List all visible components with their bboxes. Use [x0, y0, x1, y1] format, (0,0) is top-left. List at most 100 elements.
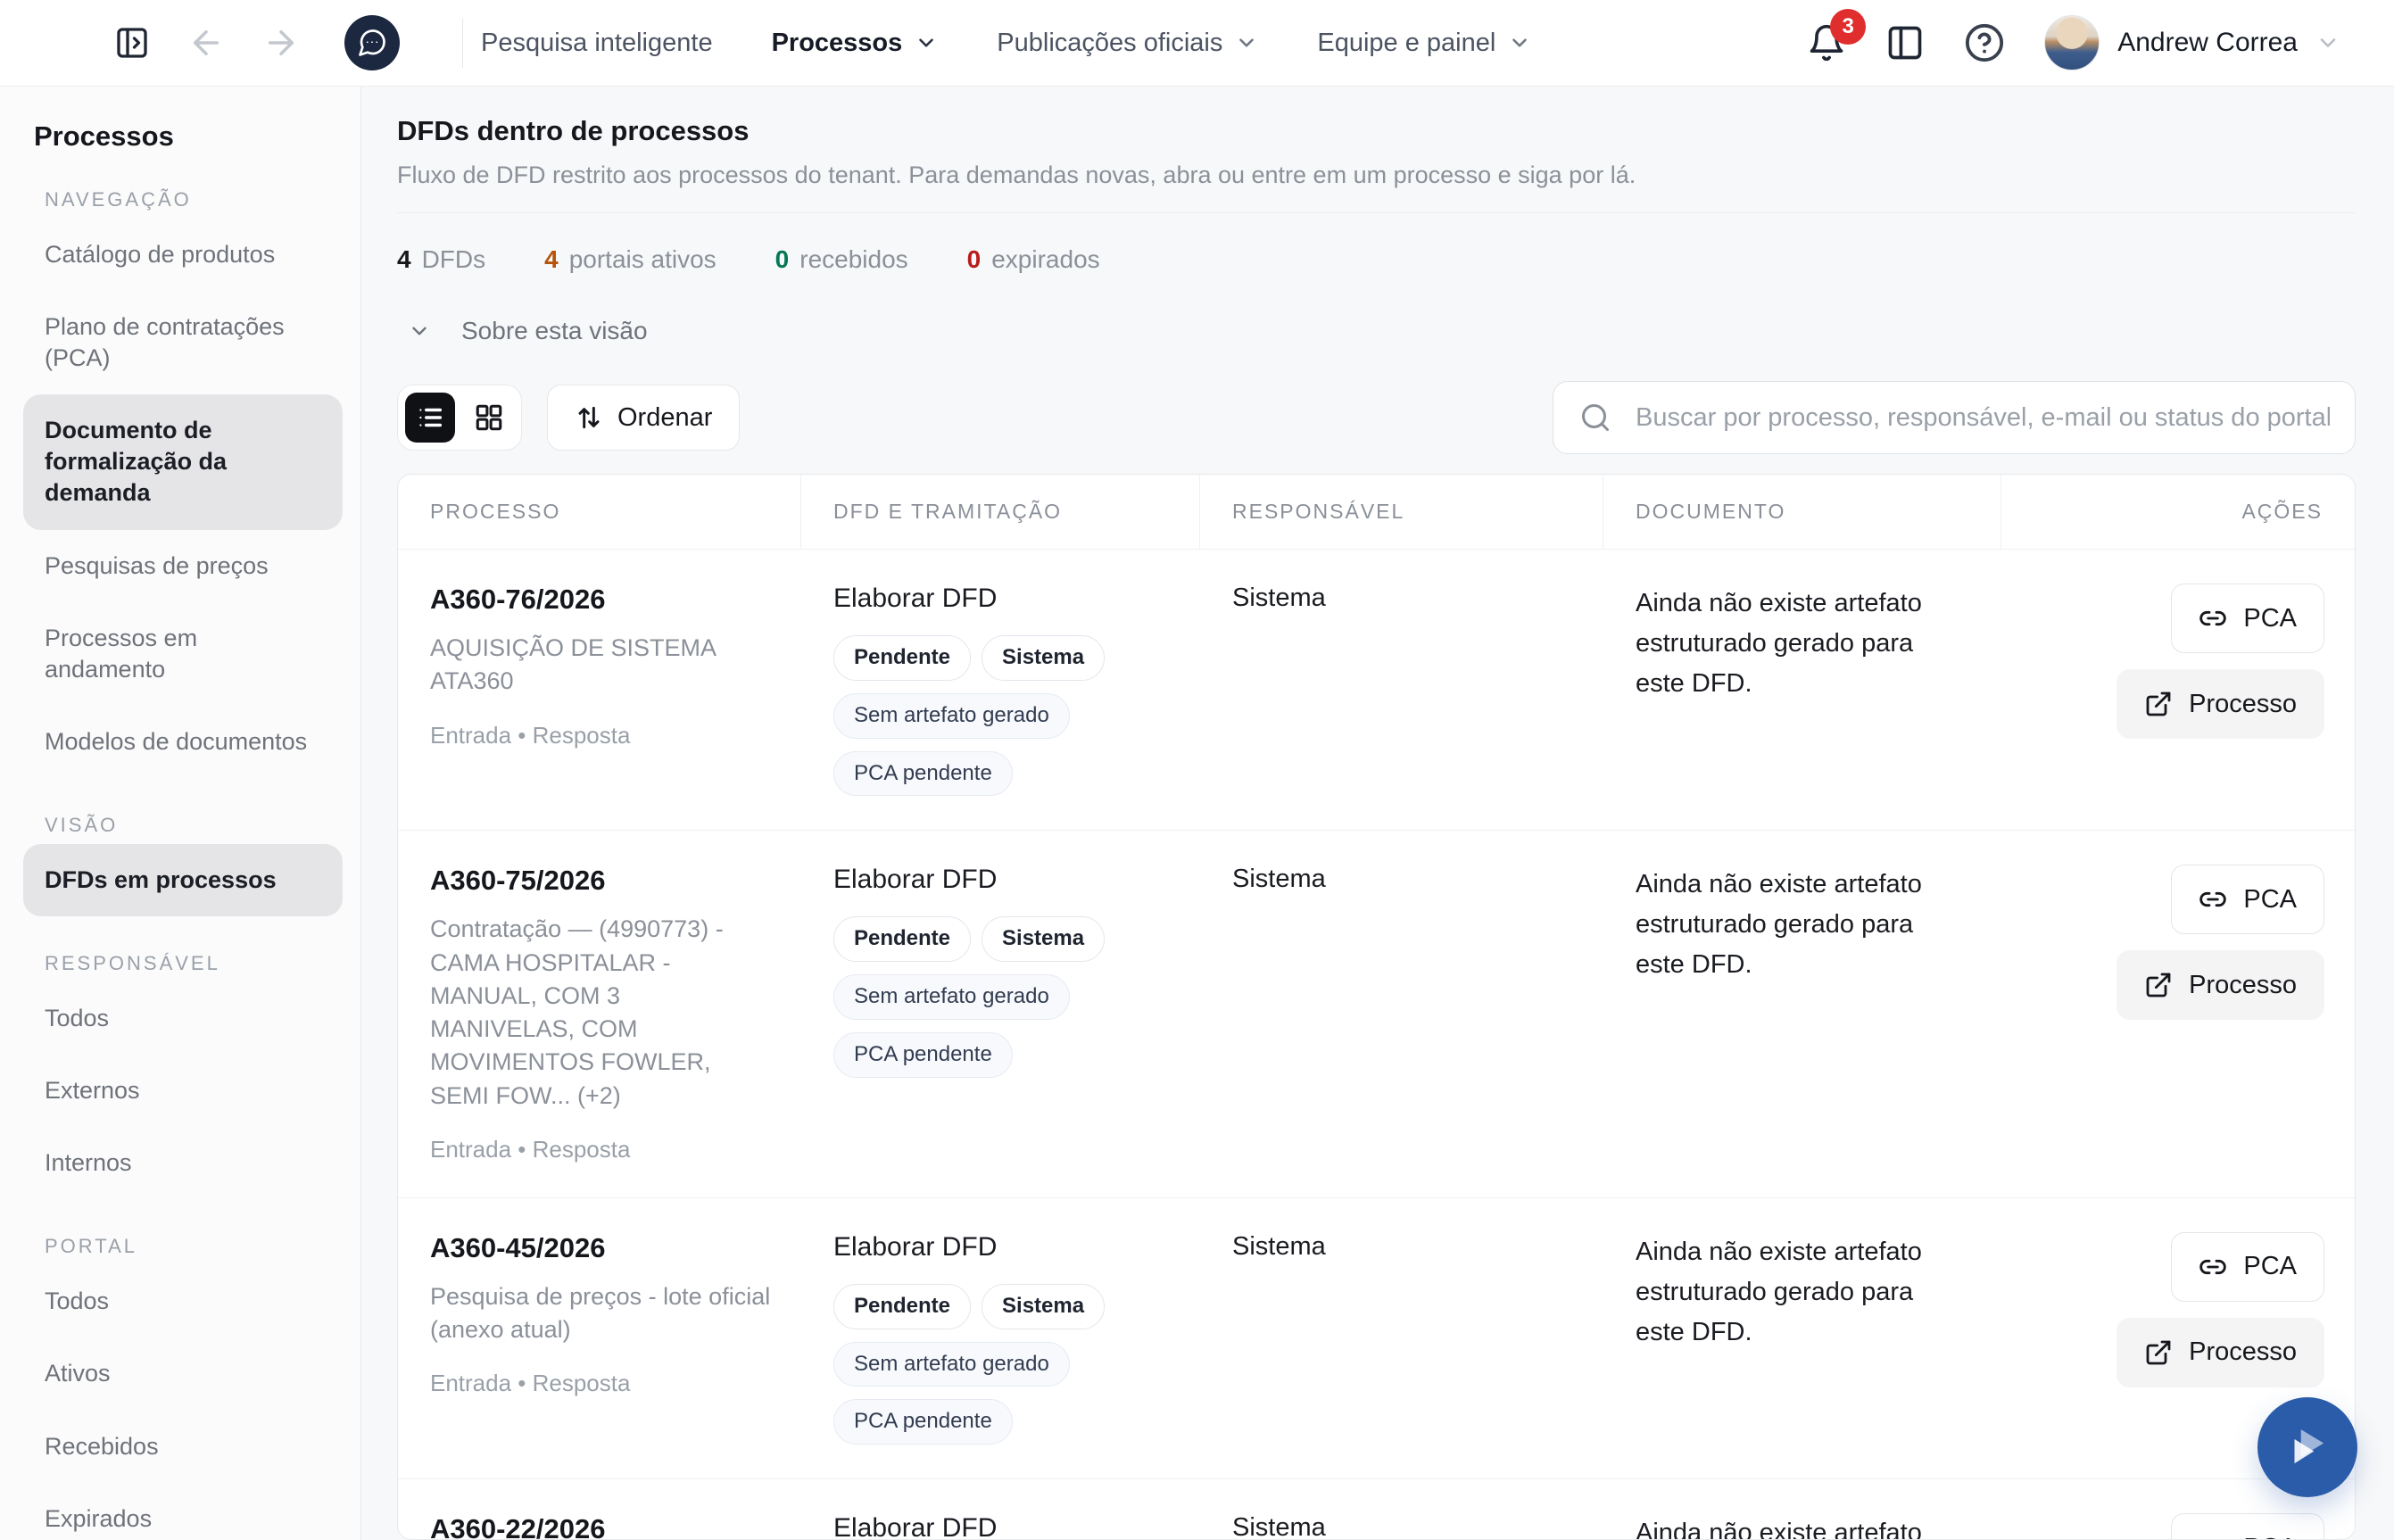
sort-button[interactable]: Ordenar: [547, 385, 740, 451]
sidebar-item-processos-em-andamento[interactable]: Processos em andamento: [23, 602, 343, 706]
processo-button[interactable]: Processo: [2116, 950, 2324, 1020]
sidebar-item-modelos-de-documentos[interactable]: Modelos de documentos: [23, 706, 343, 778]
sidebar-item-responsavel-todos[interactable]: Todos: [23, 982, 343, 1055]
column-header-acoes: AÇÕES: [2001, 475, 2355, 549]
responsible-name: Sistema: [1232, 1513, 1573, 1540]
stat-label: expirados: [991, 245, 1099, 274]
pca-button[interactable]: PCA: [2171, 584, 2324, 653]
sidebar-item-externos[interactable]: Externos: [23, 1055, 343, 1127]
dfd-cell: Elaborar DFD Pendente Sistema Sem artefa…: [801, 1479, 1200, 1540]
stat-recebidos: 0 recebidos: [775, 245, 908, 274]
floating-action-button[interactable]: [2257, 1397, 2357, 1497]
status-badge: Sistema: [982, 635, 1105, 681]
about-view-toggle[interactable]: Sobre esta visão: [361, 274, 686, 345]
sidebar-item-pesquisas-de-precos[interactable]: Pesquisas de preços: [23, 530, 343, 602]
nav-label: Pesquisa inteligente: [481, 29, 713, 58]
nav-item-processos[interactable]: Processos: [772, 29, 939, 58]
external-link-icon: [2144, 690, 2173, 718]
nav-label: Equipe e painel: [1317, 29, 1495, 58]
table-header-row: PROCESSO DFD E TRAMITAÇÃO RESPONSÁVEL DO…: [398, 475, 2355, 549]
primary-nav: Pesquisa inteligente Processos Publicaçõ…: [481, 29, 1531, 58]
document-text: Ainda não existe artefato estruturado ge…: [1636, 865, 1967, 985]
process-meta: Entrada • Resposta: [430, 1136, 771, 1163]
nav-item-publicacoes-oficiais[interactable]: Publicações oficiais: [997, 29, 1258, 58]
list-view-button[interactable]: [405, 393, 455, 443]
link-icon: [2199, 1534, 2227, 1540]
sidebar-item-dfds-em-processos[interactable]: DFDs em processos: [23, 844, 343, 916]
document-text: Ainda não existe artefato estruturado ge…: [1636, 1513, 1967, 1540]
process-cell: A360-76/2026 AQUISIÇÃO DE SISTEMA ATA360…: [398, 550, 801, 830]
responsible-cell: Sistema: [1200, 1479, 1603, 1540]
stat-value: 4: [544, 245, 559, 274]
responsible-name: Sistema: [1232, 1232, 1573, 1262]
about-view-label: Sobre esta visão: [461, 317, 648, 345]
sidebar-item-plano-de-contratacoes[interactable]: Plano de contratações (PCA): [23, 291, 343, 394]
process-cell: A360-75/2026 Contratação — (4990773) - C…: [398, 831, 801, 1197]
processo-button[interactable]: Processo: [2116, 1318, 2324, 1387]
column-header-responsavel: RESPONSÁVEL: [1200, 475, 1603, 549]
sidebar-item-catalogo-de-produtos[interactable]: Catálogo de produtos: [23, 219, 343, 291]
pca-button[interactable]: PCA: [2171, 865, 2324, 934]
sidebar-item-internos[interactable]: Internos: [23, 1127, 343, 1199]
document-cell: Ainda não existe artefato estruturado ge…: [1603, 1479, 2001, 1540]
page-title: DFDs dentro de processos: [397, 115, 2356, 147]
external-link-icon: [2144, 971, 2173, 999]
stat-label: DFDs: [422, 245, 486, 274]
sidebar-item-portal-todos[interactable]: Todos: [23, 1265, 343, 1337]
processo-button-label: Processo: [2189, 1337, 2297, 1367]
pca-button-label: PCA: [2243, 1534, 2297, 1540]
sidebar-item-recebidos[interactable]: Recebidos: [23, 1411, 343, 1483]
sidebar-item-ativos[interactable]: Ativos: [23, 1337, 343, 1410]
process-id: A360-75/2026: [430, 865, 771, 897]
nav-item-equipe-e-painel[interactable]: Equipe e painel: [1317, 29, 1531, 58]
user-menu[interactable]: Andrew Correa: [2044, 15, 2340, 70]
status-badge: Pendente: [833, 635, 971, 681]
search-icon: [1579, 402, 1611, 434]
process-id: A360-76/2026: [430, 584, 771, 616]
pca-button-label: PCA: [2243, 604, 2297, 633]
responsible-cell: Sistema: [1200, 831, 1603, 1197]
badge-list: Pendente Sistema Sem artefato gerado PCA…: [833, 916, 1164, 1077]
help-icon[interactable]: [1964, 22, 2005, 63]
dfd-stage: Elaborar DFD: [833, 1513, 1170, 1540]
chevron-down-icon: [1235, 31, 1258, 54]
forward-arrow-icon[interactable]: [262, 24, 300, 62]
back-arrow-icon[interactable]: [187, 24, 225, 62]
table-row: A360-45/2026 Pesquisa de preços - lote o…: [398, 1197, 2355, 1478]
pca-button[interactable]: PCA: [2171, 1513, 2324, 1540]
document-cell: Ainda não existe artefato estruturado ge…: [1603, 550, 2001, 830]
link-icon: [2199, 1253, 2227, 1281]
responsible-cell: Sistema: [1200, 1198, 1603, 1478]
sort-arrows-icon: [575, 403, 603, 432]
sidebar-section-responsavel: RESPONSÁVEL: [45, 952, 343, 975]
status-badge: Sem artefato gerado: [833, 1342, 1070, 1387]
notifications-button[interactable]: 3: [1807, 23, 1846, 62]
grid-view-button[interactable]: [464, 393, 514, 443]
assistant-chat-button[interactable]: [344, 15, 400, 70]
processo-button[interactable]: Processo: [2116, 669, 2324, 739]
actions-cell: PCA Processo: [2001, 831, 2355, 1197]
nav-item-pesquisa-inteligente[interactable]: Pesquisa inteligente: [481, 29, 713, 58]
status-badge: Sistema: [982, 1284, 1105, 1329]
sidebar-item-expirados[interactable]: Expirados: [23, 1483, 343, 1540]
link-icon: [2199, 604, 2227, 633]
sidebar-portal-list: Todos Ativos Recebidos Expirados Pendênc…: [23, 1265, 343, 1540]
process-meta: Entrada • Resposta: [430, 722, 771, 749]
responsible-name: Sistema: [1232, 865, 1573, 894]
side-panel-icon[interactable]: [1885, 23, 1925, 62]
search-input[interactable]: [1553, 381, 2356, 454]
processo-button-label: Processo: [2189, 971, 2297, 1000]
sidebar-toggle-icon[interactable]: [114, 25, 150, 61]
double-play-icon: [2282, 1421, 2333, 1473]
status-badge: PCA pendente: [833, 1399, 1013, 1445]
status-badge: Pendente: [833, 1284, 971, 1329]
dfd-cell: Elaborar DFD Pendente Sistema Sem artefa…: [801, 1198, 1200, 1478]
avatar: [2044, 15, 2100, 70]
dfd-stage: Elaborar DFD: [833, 584, 1170, 614]
sidebar-item-documento-de-formalizacao[interactable]: Documento de formalização da demanda: [23, 394, 343, 529]
sort-label: Ordenar: [617, 403, 712, 433]
status-badge: Sistema: [982, 916, 1105, 962]
dfd-cell: Elaborar DFD Pendente Sistema Sem artefa…: [801, 550, 1200, 830]
pca-button[interactable]: PCA: [2171, 1232, 2324, 1302]
sidebar-section-portal: PORTAL: [45, 1235, 343, 1258]
